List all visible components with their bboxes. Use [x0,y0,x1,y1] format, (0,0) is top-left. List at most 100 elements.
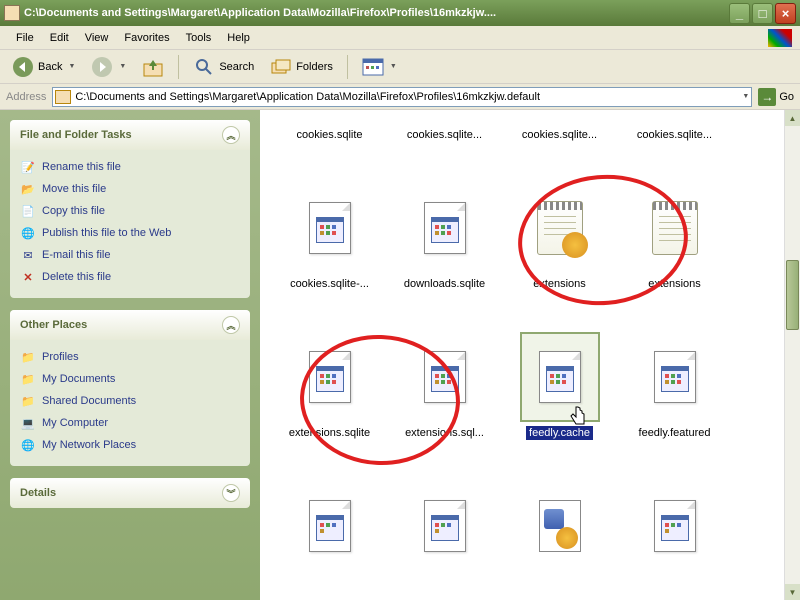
delete-icon: ✕ [20,269,36,285]
network-icon: 🌐 [20,437,36,453]
address-input-wrap[interactable]: ▼ [52,87,752,107]
panel-places-title: Other Places [20,319,87,331]
panel-tasks-title: File and Folder Tasks [20,129,132,141]
document-icon [539,351,581,403]
go-button[interactable]: → Go [758,88,794,106]
folder-up-icon [142,56,164,78]
task-email[interactable]: ✉E-mail this file [20,244,240,266]
file-item[interactable]: cookies.sqlite [272,120,387,149]
notepad-gear-icon [537,201,583,255]
search-icon [193,56,215,78]
chevron-down-icon[interactable]: ▼ [742,93,749,100]
toolbar: Back ▼ ▼ Search Folders ▼ [0,50,800,84]
menu-favorites[interactable]: Favorites [116,30,177,46]
file-item[interactable]: extensions.sqlite [272,328,387,447]
document-icon [424,202,466,254]
rename-icon: 📝 [20,159,36,175]
task-delete[interactable]: ✕Delete this file [20,266,240,288]
task-copy[interactable]: 📄Copy this file [20,200,240,222]
views-button[interactable]: ▼ [356,54,403,80]
document-icon [654,351,696,403]
file-item-selected[interactable]: feedly.cache [502,328,617,447]
file-item[interactable]: feedly.featured [617,328,732,447]
panel-details: Details ︾ [10,478,250,508]
separator [178,55,179,79]
scroll-thumb[interactable] [786,260,799,330]
back-label: Back [38,61,62,73]
computer-icon: 💻 [20,415,36,431]
file-item[interactable] [387,477,502,575]
file-item[interactable]: extensions [617,179,732,298]
document-icon [654,500,696,552]
go-label: Go [779,91,794,103]
gear-document-icon [539,500,581,552]
chevron-up-icon: ︽ [222,126,240,144]
task-publish[interactable]: 🌐Publish this file to the Web [20,222,240,244]
panel-details-header[interactable]: Details ︾ [10,478,250,508]
file-item[interactable]: extensions [502,179,617,298]
menu-edit[interactable]: Edit [42,30,77,46]
go-arrow-icon: → [758,88,776,106]
place-network[interactable]: 🌐My Network Places [20,434,240,456]
scroll-down-button[interactable]: ▼ [785,584,800,600]
back-icon [12,56,34,78]
email-icon: ✉ [20,247,36,263]
file-item[interactable] [502,477,617,575]
panel-tasks-header[interactable]: File and Folder Tasks ︽ [10,120,250,150]
search-button[interactable]: Search [187,54,260,80]
titlebar: C:\Documents and Settings\Margaret\Appli… [0,0,800,26]
chevron-down-icon: ▼ [68,63,75,70]
document-icon [309,202,351,254]
scrollbar[interactable]: ▲ ▼ [784,110,800,600]
file-item[interactable]: downloads.sqlite [387,179,502,298]
task-rename[interactable]: 📝Rename this file [20,156,240,178]
document-icon [309,351,351,403]
globe-icon: 🌐 [20,225,36,241]
place-profiles[interactable]: 📁Profiles [20,346,240,368]
forward-icon [91,56,113,78]
addressbar: Address ▼ → Go [0,84,800,110]
close-button[interactable]: × [775,3,796,24]
document-icon [424,351,466,403]
file-item[interactable]: cookies.sqlite... [387,120,502,149]
menu-file[interactable]: File [8,30,42,46]
folder-icon: 📁 [20,371,36,387]
copy-icon: 📄 [20,203,36,219]
file-item[interactable]: cookies.sqlite... [502,120,617,149]
panel-tasks: File and Folder Tasks ︽ 📝Rename this fil… [10,120,250,298]
back-button[interactable]: Back ▼ [6,54,81,80]
search-label: Search [219,61,254,73]
menu-tools[interactable]: Tools [178,30,220,46]
place-computer[interactable]: 💻My Computer [20,412,240,434]
file-item[interactable]: extensions.sql... [387,328,502,447]
forward-button[interactable]: ▼ [85,54,132,80]
address-label: Address [6,91,46,103]
place-documents[interactable]: 📁My Documents [20,368,240,390]
maximize-button[interactable]: □ [752,3,773,24]
sidebar: File and Folder Tasks ︽ 📝Rename this fil… [0,110,260,600]
folders-icon [270,56,292,78]
address-input[interactable] [75,91,740,103]
minimize-button[interactable]: _ [729,3,750,24]
file-item[interactable]: cookies.sqlite-... [272,179,387,298]
file-pane[interactable]: cookies.sqlite cookies.sqlite... cookies… [260,110,800,600]
chevron-down-icon: ︾ [222,484,240,502]
file-item[interactable] [617,477,732,575]
task-move[interactable]: 📂Move this file [20,178,240,200]
folders-label: Folders [296,61,333,73]
folders-button[interactable]: Folders [264,54,339,80]
scroll-up-button[interactable]: ▲ [785,110,800,126]
panel-places: Other Places ︽ 📁Profiles 📁My Documents 📁… [10,310,250,466]
folder-icon: 📁 [20,349,36,365]
separator [347,55,348,79]
up-button[interactable] [136,54,170,80]
folder-icon [55,90,71,104]
menu-help[interactable]: Help [219,30,258,46]
file-item[interactable]: cookies.sqlite... [617,120,732,149]
file-item[interactable] [272,477,387,575]
menubar: File Edit View Favorites Tools Help [0,26,800,50]
chevron-down-icon: ▼ [119,63,126,70]
panel-places-header[interactable]: Other Places ︽ [10,310,250,340]
menu-view[interactable]: View [77,30,117,46]
place-shared[interactable]: 📁Shared Documents [20,390,240,412]
